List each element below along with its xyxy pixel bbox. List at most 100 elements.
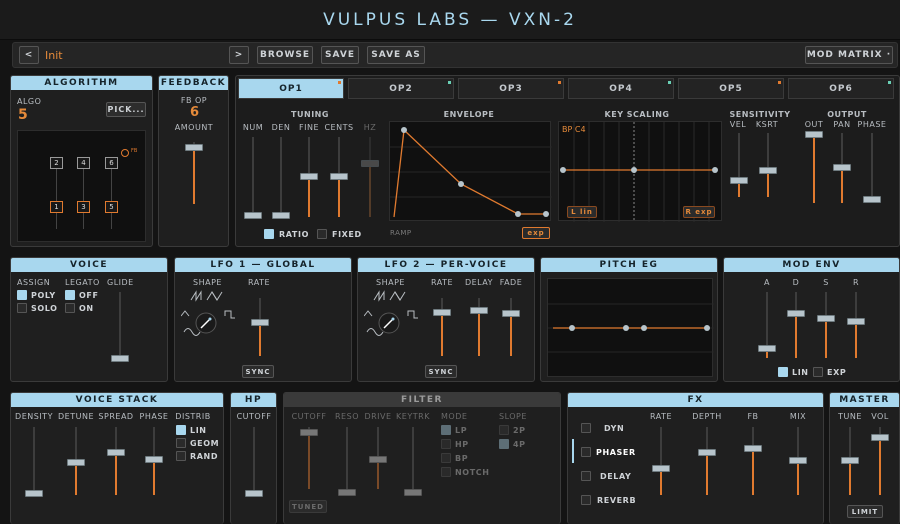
pan-slider[interactable] [833,133,851,203]
mod-env-s-slider[interactable] [817,292,835,358]
mod-env-lin-checkbox[interactable] [778,367,788,377]
pick-algo-button[interactable]: PICK... [106,102,146,117]
fx-dyn-label[interactable]: DYN [604,424,624,433]
fx-phaser-checkbox[interactable] [581,447,591,457]
distrib-rand-checkbox[interactable] [176,451,186,461]
pan-knob[interactable] [833,164,851,171]
lfo2-fade-knob[interactable] [502,310,520,317]
slope-2p-checkbox[interactable] [499,425,509,435]
filter-notch-checkbox[interactable] [441,467,451,477]
key-scaling-display[interactable]: BP C4 L lin R exp [558,121,722,222]
fx-reverb-checkbox[interactable] [581,495,591,505]
hz-slider[interactable] [361,137,379,217]
preset-name[interactable]: Init [45,49,63,62]
filter-bp-checkbox[interactable] [441,453,451,463]
lfo2-delay-slider[interactable] [470,298,488,356]
fine-slider[interactable] [300,137,318,217]
left-curve-button[interactable]: L lin [567,206,597,218]
fx-mix-knob[interactable] [789,457,807,464]
spread-knob[interactable] [107,449,125,456]
legato-on-checkbox[interactable] [65,303,75,313]
phase-knob[interactable] [863,196,881,203]
pitch-eg-display[interactable] [547,278,714,377]
fx-rate-knob[interactable] [652,465,670,472]
fb-amount-slider[interactable] [185,142,203,204]
legato-off-checkbox[interactable] [65,290,75,300]
mod-env-d-slider[interactable] [787,292,805,358]
fx-delay-label[interactable]: DELAY [600,472,631,481]
num-knob[interactable] [244,212,262,219]
phase-stack-knob[interactable] [145,456,163,463]
fx-mix-slider[interactable] [789,427,807,495]
mod-env-exp-checkbox[interactable] [813,367,823,377]
lfo2-rate-slider[interactable] [433,298,451,356]
phase-slider[interactable] [863,133,881,203]
mod-env-d-knob[interactable] [787,310,805,317]
lfo2-delay-knob[interactable] [470,307,488,314]
vel-sens-slider[interactable] [730,133,748,197]
phase-stack-slider[interactable] [145,427,163,495]
save-as-button[interactable]: SAVE AS [367,46,425,64]
hp-cutoff-knob[interactable] [245,490,263,497]
master-tune-slider[interactable] [841,427,859,495]
master-vol-knob[interactable] [871,434,889,441]
tab-op6[interactable]: OP6 [788,78,894,99]
filter-hp-checkbox[interactable] [441,439,451,449]
fx-fb-slider[interactable] [744,427,762,495]
lfo1-rate-knob[interactable] [251,319,269,326]
fixed-checkbox[interactable] [317,229,327,239]
poly-checkbox[interactable] [17,290,27,300]
lfo2-sync-button[interactable]: SYNC [425,365,457,378]
lfo2-rate-knob[interactable] [433,309,451,316]
filter-reso-slider[interactable] [338,427,356,496]
fx-rate-slider[interactable] [652,427,670,495]
distrib-geom-checkbox[interactable] [176,438,186,448]
next-preset-button[interactable]: > [229,46,249,64]
detune-slider[interactable] [67,427,85,495]
mod-env-r-knob[interactable] [847,318,865,325]
density-knob[interactable] [25,490,43,497]
fx-dyn-checkbox[interactable] [581,423,591,433]
out-level-slider[interactable] [805,131,823,203]
filter-keytrk-slider[interactable] [404,427,422,496]
slope-4p-checkbox[interactable] [499,439,509,449]
ksrt-knob[interactable] [759,167,777,174]
hp-cutoff-slider[interactable] [245,427,263,497]
filter-cutoff-slider[interactable] [300,427,318,489]
cents-knob[interactable] [330,173,348,180]
master-tune-knob[interactable] [841,457,859,464]
tab-op5[interactable]: OP5 [678,78,784,99]
filter-lp-checkbox[interactable] [441,425,451,435]
vel-sens-knob[interactable] [730,177,748,184]
distrib-lin-checkbox[interactable] [176,425,186,435]
filter-reso-knob[interactable] [338,489,356,496]
ratio-checkbox[interactable] [264,229,274,239]
fx-phaser-label[interactable]: PHASER [596,448,636,457]
mod-env-r-slider[interactable] [847,292,865,358]
detune-knob[interactable] [67,459,85,466]
fx-depth-knob[interactable] [698,449,716,456]
lfo2-shape-selector[interactable] [364,288,424,338]
ksrt-slider[interactable] [759,133,777,197]
fine-knob[interactable] [300,173,318,180]
fx-reverb-label[interactable]: REVERB [597,496,636,505]
tab-op4[interactable]: OP4 [568,78,674,99]
right-curve-button[interactable]: R exp [683,206,715,218]
glide-knob[interactable] [111,355,129,362]
fx-depth-slider[interactable] [698,427,716,495]
cents-slider[interactable] [330,137,348,217]
save-button[interactable]: SAVE [321,46,359,64]
env-exp-button[interactable]: exp [522,227,550,239]
mod-env-a-slider[interactable] [758,292,776,358]
solo-checkbox[interactable] [17,303,27,313]
tab-op3[interactable]: OP3 [458,78,564,99]
density-slider[interactable] [25,427,43,497]
hz-knob[interactable] [361,160,379,167]
glide-slider[interactable] [111,292,129,362]
filter-tuned-button[interactable]: TUNED [289,500,327,513]
out-level-knob[interactable] [805,131,823,138]
filter-keytrk-knob[interactable] [404,489,422,496]
filter-cutoff-knob[interactable] [300,429,318,436]
filter-drive-knob[interactable] [369,456,387,463]
browse-button[interactable]: BROWSE [257,46,313,64]
